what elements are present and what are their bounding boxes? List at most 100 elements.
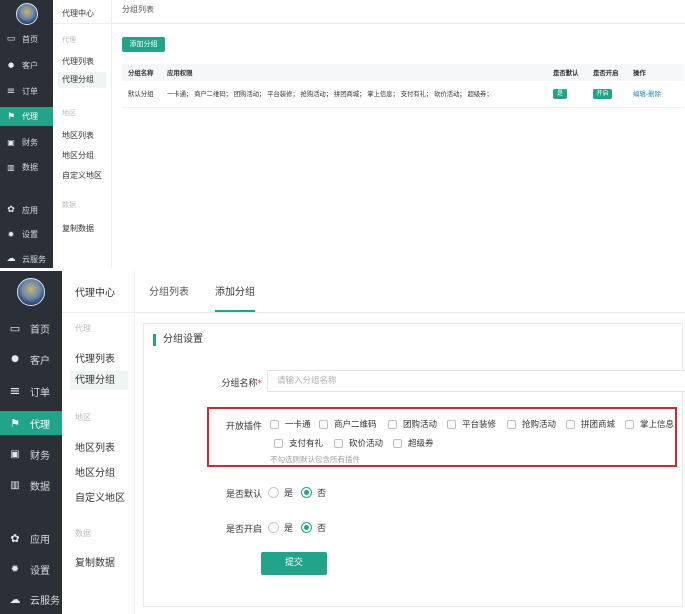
cloud-icon: ☁ <box>6 254 16 264</box>
tab-group-list[interactable]: 分组列表 <box>149 283 189 312</box>
plugin-checkbox[interactable]: 平台装修 <box>447 418 496 430</box>
plugin-checkbox[interactable]: 支付有礼 <box>274 437 323 449</box>
chart-icon: ▥ <box>10 479 20 491</box>
sub-sidebar: 代理中心 代理 代理列表 代理分组 地区 地区列表 地区分组 自定义地区 数据 … <box>53 0 112 268</box>
nav-item-finance[interactable]: ▣ 财务 <box>0 134 53 150</box>
plugin-label: 平台装修 <box>462 420 497 430</box>
default-no-radio[interactable]: 否 <box>301 486 326 499</box>
main-sidebar: ▭ 首页 ● 客户 ≡ 订单 ⚑ 代理 ▣ 财务 ▥ 数据 ✿ 应用 ✹ 设置 ☁ 云服务 <box>0 271 62 614</box>
plugin-checkbox[interactable]: 抢购活动 <box>507 418 556 430</box>
nav-item-customer[interactable]: ● 客户 <box>0 57 53 73</box>
sub-item-copy-data[interactable]: 复制数据 <box>62 223 94 234</box>
plugin-label: 支付有礼 <box>289 439 324 449</box>
nav-item-home[interactable]: ▭ 首页 <box>0 317 62 339</box>
add-group-panel: ▭ 首页 ● 客户 ≡ 订单 ⚑ 代理 ▣ 财务 ▥ 数据 ✿ 应用 ✹ 设置 ☁ 云服务 代理中… <box>0 271 685 614</box>
nav-item-finance[interactable]: ▣ 财务 <box>0 443 62 465</box>
user-icon: ● <box>11 354 19 364</box>
radio-label: 否 <box>317 524 327 534</box>
edit-link[interactable]: 编辑 <box>633 90 646 98</box>
sub-item-agent-list[interactable]: 代理列表 <box>75 350 115 365</box>
nav-label: 云服务 <box>30 595 60 607</box>
plugin-checkbox[interactable]: 砍价活动 <box>334 437 383 449</box>
sub-item-region-list[interactable]: 地区列表 <box>62 130 94 141</box>
apps-icon: ✿ <box>10 531 20 545</box>
section-agent: 代理 <box>62 36 76 44</box>
sub-item-agent-group[interactable]: 代理分组 <box>70 371 128 390</box>
logo <box>0 271 62 313</box>
nav-item-settings[interactable]: ✹ 设置 <box>0 226 53 242</box>
enabled-no-radio[interactable]: 否 <box>301 521 326 534</box>
nav-item-apps[interactable]: ✿ 应用 <box>0 202 53 218</box>
nav-label: 客户 <box>22 60 38 70</box>
flag-icon: ⚑ <box>10 416 20 430</box>
plugin-checkbox[interactable]: 团购活动 <box>388 418 437 430</box>
nav-item-data[interactable]: ▥ 数据 <box>0 159 53 175</box>
monitor-icon: ▭ <box>9 321 21 335</box>
enabled-label: 是否开启 <box>225 525 262 535</box>
sub-item-agent-list[interactable]: 代理列表 <box>62 56 94 67</box>
nav-label: 代理 <box>22 112 38 121</box>
flag-icon: ⚑ <box>6 111 16 122</box>
label-text: 分组名称 <box>221 379 258 389</box>
sub-item-custom-region[interactable]: 自定义地区 <box>62 170 102 181</box>
nav-label: 代理 <box>30 419 50 431</box>
plugin-checkbox[interactable]: 拼团商城 <box>566 418 615 430</box>
main-sidebar: ▭ 首页 ● 客户 ≡ 订单 ⚑ 代理 ▣ 财务 ▥ 数据 ✿ 应用 ✹ 设置 ☁ 云服务 <box>0 0 53 268</box>
sub-title: 代理中心 <box>62 275 134 313</box>
tab-bar: 分组列表 <box>112 0 685 24</box>
tab-add-group[interactable]: 添加分组 <box>215 283 255 312</box>
plugin-checkbox[interactable]: 掌上信息 <box>625 418 674 430</box>
monitor-icon: ▭ <box>6 34 16 44</box>
sub-item-copy-data[interactable]: 复制数据 <box>75 554 115 569</box>
enabled-yes-radio[interactable]: 是 <box>268 521 293 534</box>
tab-group-list[interactable]: 分组列表 <box>122 4 154 23</box>
plugin-label: 超级券 <box>408 439 434 449</box>
gear-icon: ✹ <box>10 563 20 575</box>
group-name-input[interactable]: 请输入分组名称 <box>267 370 685 392</box>
tab-bar: 分组列表 添加分组 <box>135 271 685 313</box>
apps-icon: ✿ <box>7 205 15 215</box>
section-data: 数据 <box>75 529 91 538</box>
sub-item-region-list[interactable]: 地区列表 <box>75 439 115 454</box>
default-badge: 是 <box>553 88 567 99</box>
nav-item-customer[interactable]: ● 客户 <box>0 348 62 370</box>
list-icon: ≡ <box>6 85 16 97</box>
gear-icon: ✹ <box>7 229 15 239</box>
delete-link[interactable]: 删除 <box>648 90 661 98</box>
group-list-panel: ▭ 首页 ● 客户 ≡ 订单 ⚑ 代理 ▣ 财务 ▥ 数据 ✿ 应用 ✹ 设置 ☁ 云服务 代理中… <box>0 0 685 268</box>
nav-item-order[interactable]: ≡ 订单 <box>0 83 53 99</box>
nav-label: 客户 <box>30 355 50 367</box>
money-icon: ▣ <box>10 448 20 460</box>
sub-item-custom-region[interactable]: 自定义地区 <box>75 489 125 504</box>
cell-name: 默认分组 <box>128 90 154 99</box>
nav-label: 订单 <box>30 387 50 399</box>
chart-icon: ▥ <box>7 162 15 172</box>
default-label: 是否默认 <box>225 490 262 500</box>
list-icon: ≡ <box>9 383 21 399</box>
nav-item-settings[interactable]: ✹ 设置 <box>0 558 62 580</box>
nav-item-cloud[interactable]: ☁ 云服务 <box>0 588 62 610</box>
col-ops: 操作 <box>633 69 646 77</box>
default-yes-radio[interactable]: 是 <box>268 486 293 499</box>
sub-item-agent-group[interactable]: 代理分组 <box>58 72 106 88</box>
nav-item-data[interactable]: ▥ 数据 <box>0 474 62 496</box>
section-region: 地区 <box>62 109 76 117</box>
plugin-checkbox[interactable]: 超级券 <box>393 437 434 449</box>
plugin-checkbox[interactable]: 一卡通 <box>270 418 311 430</box>
add-group-button[interactable]: 添加分组 <box>122 37 165 52</box>
nav-item-home[interactable]: ▭ 首页 <box>0 31 53 47</box>
plugin-label: 拼团商城 <box>581 420 616 430</box>
nav-item-cloud[interactable]: ☁ 云服务 <box>0 251 53 267</box>
plugins-label: 开放插件 <box>225 422 262 432</box>
nav-label: 订单 <box>22 86 38 96</box>
nav-item-order[interactable]: ≡ 订单 <box>0 380 62 402</box>
sub-item-region-group[interactable]: 地区分组 <box>75 464 115 479</box>
submit-button[interactable]: 提交 <box>261 552 327 575</box>
nav-item-apps[interactable]: ✿ 应用 <box>0 527 62 549</box>
nav-item-agent[interactable]: ⚑ 代理 <box>0 411 62 435</box>
sub-item-region-group[interactable]: 地区分组 <box>62 150 94 161</box>
cell-permission: 一卡通； 商户二维码； 团购活动； 平台装修； 抢购活动； 拼团商城； 掌上信息… <box>167 90 493 99</box>
group-table: 分组名称 应用权限 是否默认 是否开启 操作 默认分组 一卡通； 商户二维码； … <box>122 64 684 108</box>
nav-item-agent[interactable]: ⚑ 代理 <box>0 107 53 126</box>
plugin-checkbox[interactable]: 商户二维码 <box>319 418 377 430</box>
